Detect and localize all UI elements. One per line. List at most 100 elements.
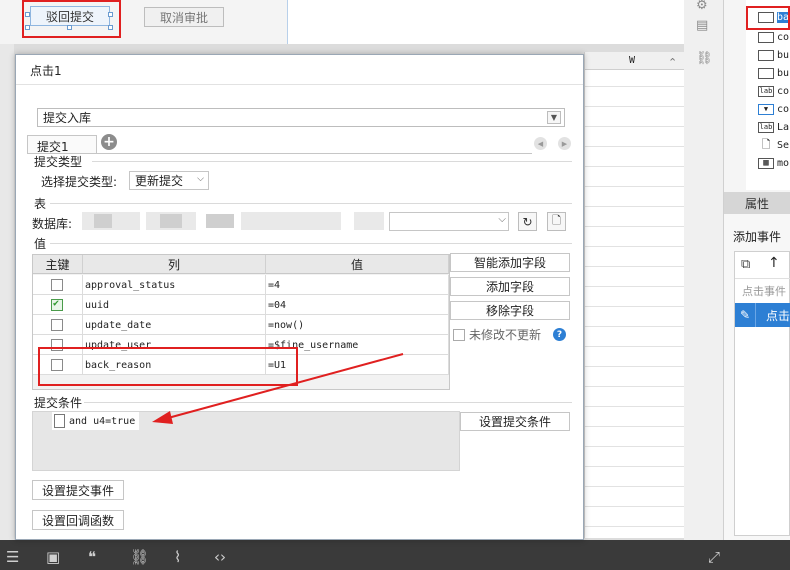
set-condition-button[interactable]: 设置提交条件 (460, 412, 570, 431)
table-row[interactable]: approval_status =4 (33, 275, 449, 295)
event-hint: 点击事件 (742, 285, 786, 298)
preview-doc-icon[interactable]: 🗋 (547, 212, 566, 231)
edit-icon[interactable]: ✎ (735, 303, 756, 327)
grid-icon: ▦ (758, 157, 774, 169)
grid-header-column: 列 (83, 255, 266, 274)
help-icon[interactable]: ? (553, 328, 566, 341)
label-icon: lab (758, 121, 774, 133)
table-row[interactable]: uuid =04 (33, 295, 449, 315)
annotation-highlight-box (22, 0, 121, 38)
tree-item-label: La (777, 121, 790, 133)
tab-submit-1[interactable]: 提交1 (27, 135, 97, 154)
dropdown-icon: ▼ (758, 103, 774, 115)
click-event-dialog: 点击1 提交入库 ▼ 提交1 + ◀ ▶ 提交类型 选择提交类型: 更新提交 ⌵… (15, 54, 584, 540)
attachment-icon[interactable]: ⌇ (174, 548, 181, 566)
button-icon (758, 31, 774, 43)
tree-item-label: Se (777, 139, 790, 151)
document-icon (54, 414, 65, 428)
settings-icon[interactable]: ⚙ (696, 0, 712, 13)
tree-item-label: co (777, 31, 790, 43)
chevron-down-icon[interactable]: ⌵ (197, 174, 204, 184)
layers-icon[interactable]: ▤ (696, 18, 712, 33)
redacted-block (94, 214, 112, 228)
button-icon (758, 67, 774, 79)
search-doc-icon: 🗋 (761, 137, 771, 151)
quote-icon[interactable]: ❝ (88, 548, 96, 566)
label-icon: lab (758, 85, 774, 97)
table-select[interactable]: ⌵ (389, 212, 509, 231)
tree-item-label: bu (777, 67, 790, 79)
left-strip (0, 44, 14, 540)
tree-item[interactable]: bu (758, 46, 789, 64)
code-icon[interactable]: ‹› (214, 548, 226, 566)
condition-item[interactable]: and u4=true (52, 412, 140, 430)
copy-icon[interactable]: ⧉ (741, 257, 750, 272)
value-cell[interactable]: =04 (266, 295, 449, 315)
collapse-chevron-icon[interactable]: ⌃ (668, 56, 677, 69)
database-label: 数据库: (32, 217, 73, 231)
divider (50, 203, 572, 204)
link-icon[interactable]: ⛓ (696, 51, 713, 66)
chevron-down-icon[interactable]: ▼ (547, 111, 561, 124)
column-cell[interactable]: uuid (83, 295, 266, 315)
add-field-button[interactable]: 添加字段 (450, 277, 570, 296)
add-event-label: 添加事件 (733, 230, 782, 244)
right-icon-strip: ⚙ ▤ ⛓ (684, 0, 724, 540)
redacted-table (241, 212, 341, 230)
grid-header-value: 值 (266, 255, 449, 274)
chevron-down-icon[interactable]: ⌵ (498, 214, 506, 225)
tree-item[interactable]: 🗋 Se (758, 136, 789, 154)
redacted-block (206, 214, 234, 228)
primary-key-checkbox[interactable] (51, 319, 63, 331)
tree-item-label: bu (777, 49, 790, 61)
event-item-click[interactable]: ✎ 点击 (735, 303, 790, 327)
submit-type-value: 提交入库 (43, 111, 92, 125)
table-row[interactable]: update_date =now() (33, 315, 449, 335)
value-cell[interactable]: =now() (266, 315, 449, 335)
set-submit-event-button[interactable]: 设置提交事件 (32, 480, 124, 500)
submit-type-select[interactable]: 提交入库 ▼ (37, 108, 565, 127)
divider (50, 243, 572, 244)
remove-field-button[interactable]: 移除字段 (450, 301, 570, 320)
section-condition: 提交条件 (34, 396, 83, 410)
tree-item[interactable]: ▼ co (758, 100, 789, 118)
event-list: ⧉ ↑ 点击事件 (734, 251, 790, 536)
primary-key-checkbox[interactable] (51, 279, 63, 291)
properties-tab[interactable]: 属性 (724, 192, 790, 214)
primary-key-checkbox[interactable] (51, 298, 63, 311)
image-icon[interactable]: ▣ (46, 548, 60, 566)
redacted-table (354, 212, 384, 230)
expand-icon[interactable]: ⤢ (708, 548, 720, 566)
add-tab-icon[interactable]: + (101, 134, 117, 150)
dialog-title: 点击1 (30, 64, 62, 78)
column-cell[interactable]: update_date (83, 315, 266, 335)
tree-item[interactable]: bu (758, 64, 789, 82)
tree-item[interactable]: lab co (758, 82, 789, 100)
section-value: 值 (34, 237, 47, 251)
checkbox-box[interactable] (453, 328, 465, 341)
tab-divider (27, 153, 532, 154)
move-up-icon[interactable]: ↑ (768, 255, 780, 271)
section-table: 表 (34, 197, 47, 211)
tree-item[interactable]: co (758, 28, 789, 46)
list-icon[interactable]: ☰ (6, 548, 19, 566)
cancel-approval-button[interactable]: 取消审批 (144, 7, 224, 27)
editor-bottom-toolbar: ☰ ▣ ❝ ⛓ ⌇ ‹› ⤢ (0, 540, 790, 570)
event-label: 点击 (765, 308, 790, 323)
button-icon (758, 49, 774, 61)
choose-type-label: 选择提交类型: (41, 175, 118, 189)
unchanged-no-update-checkbox[interactable]: 未修改不更新 (453, 326, 541, 343)
grid-column-w-label: W (629, 55, 636, 66)
tree-item[interactable]: ▦ mo (758, 154, 789, 172)
update-type-select[interactable]: 更新提交 ⌵ (129, 171, 209, 190)
smart-add-field-button[interactable]: 智能添加字段 (450, 253, 570, 272)
annotation-highlight-box (746, 6, 790, 30)
column-cell[interactable]: approval_status (83, 275, 266, 295)
tree-item[interactable]: lab La (758, 118, 789, 136)
set-callback-button[interactable]: 设置回调函数 (32, 510, 124, 530)
refresh-icon[interactable]: ↻ (518, 212, 537, 231)
value-cell[interactable]: =4 (266, 275, 449, 295)
link-icon[interactable]: ⛓ (130, 548, 149, 566)
tab-prev-icon[interactable]: ◀ (534, 137, 547, 150)
tab-next-icon[interactable]: ▶ (558, 137, 571, 150)
